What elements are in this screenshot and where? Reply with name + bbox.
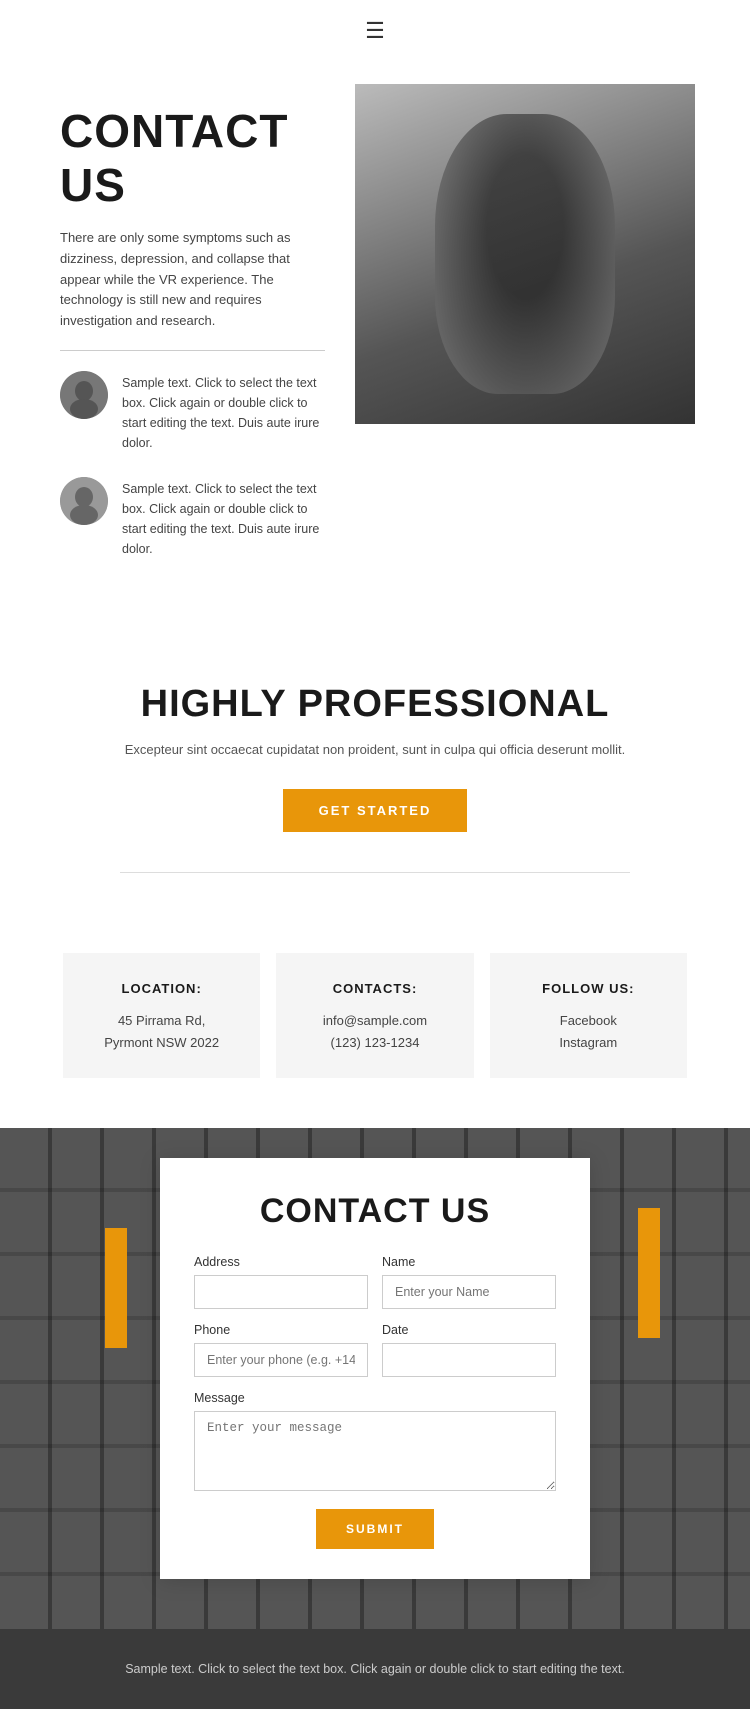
form-title: CONTACT US xyxy=(194,1192,556,1231)
info-boxes: LOCATION: 45 Pirrama Rd,Pyrmont NSW 2022… xyxy=(0,913,750,1128)
info-box-contacts: CONTACTS: info@sample.com(123) 123-1234 xyxy=(276,953,473,1078)
name-input[interactable] xyxy=(382,1275,556,1309)
address-group: Address xyxy=(194,1255,368,1309)
contact-form-section: CONTACT US Address Name Phone Date Messa… xyxy=(0,1128,750,1629)
professional-description: Excepteur sint occaecat cupidatat non pr… xyxy=(80,740,670,761)
footer: Sample text. Click to select the text bo… xyxy=(0,1629,750,1709)
orange-accent-right xyxy=(638,1208,660,1338)
footer-text: Sample text. Click to select the text bo… xyxy=(60,1659,690,1679)
hero-divider xyxy=(60,350,325,351)
date-input[interactable] xyxy=(382,1343,556,1377)
form-row-address-name: Address Name xyxy=(194,1255,556,1309)
follow-label: FOLLOW US: xyxy=(510,981,667,996)
hero-description: There are only some symptoms such as diz… xyxy=(60,228,325,332)
message-input[interactable] xyxy=(194,1411,556,1491)
get-started-button[interactable]: GET STARTED xyxy=(283,789,468,832)
contact-item-1-text: Sample text. Click to select the text bo… xyxy=(122,371,325,453)
contact-item-2: Sample text. Click to select the text bo… xyxy=(60,477,325,559)
date-label: Date xyxy=(382,1323,556,1337)
date-group: Date xyxy=(382,1323,556,1377)
message-group: Message xyxy=(194,1391,556,1491)
info-box-follow: FOLLOW US: FacebookInstagram xyxy=(490,953,687,1078)
hero-title: CONTACT US xyxy=(60,104,325,212)
professional-section: HIGHLY PROFESSIONAL Excepteur sint occae… xyxy=(0,623,750,913)
hero-image-placeholder xyxy=(355,84,695,424)
navigation: ☰ xyxy=(0,0,750,54)
contacts-label: CONTACTS: xyxy=(296,981,453,996)
location-label: LOCATION: xyxy=(83,981,240,996)
name-group: Name xyxy=(382,1255,556,1309)
phone-input[interactable] xyxy=(194,1343,368,1377)
phone-group: Phone xyxy=(194,1323,368,1377)
section-divider xyxy=(120,872,630,873)
hero-section: CONTACT US There are only some symptoms … xyxy=(0,54,750,623)
contacts-text: info@sample.com(123) 123-1234 xyxy=(296,1010,453,1054)
hamburger-icon[interactable]: ☰ xyxy=(365,18,385,44)
hero-left: CONTACT US There are only some symptoms … xyxy=(60,84,355,583)
contact-form-card: CONTACT US Address Name Phone Date Messa… xyxy=(160,1158,590,1579)
contact-item-1: Sample text. Click to select the text bo… xyxy=(60,371,325,453)
info-box-location: LOCATION: 45 Pirrama Rd,Pyrmont NSW 2022 xyxy=(63,953,260,1078)
location-text: 45 Pirrama Rd,Pyrmont NSW 2022 xyxy=(83,1010,240,1054)
follow-text: FacebookInstagram xyxy=(510,1010,667,1054)
address-label: Address xyxy=(194,1255,368,1269)
contact-item-2-text: Sample text. Click to select the text bo… xyxy=(122,477,325,559)
form-row-phone-date: Phone Date xyxy=(194,1323,556,1377)
message-label: Message xyxy=(194,1391,556,1405)
name-label: Name xyxy=(382,1255,556,1269)
phone-label: Phone xyxy=(194,1323,368,1337)
hero-image-container xyxy=(355,84,695,424)
avatar-2 xyxy=(60,477,108,525)
hero-image xyxy=(355,84,695,424)
submit-button[interactable]: SUBMIT xyxy=(316,1509,434,1549)
orange-accent-left xyxy=(105,1228,127,1348)
professional-title: HIGHLY PROFESSIONAL xyxy=(80,683,670,726)
address-input[interactable] xyxy=(194,1275,368,1309)
avatar-1 xyxy=(60,371,108,419)
